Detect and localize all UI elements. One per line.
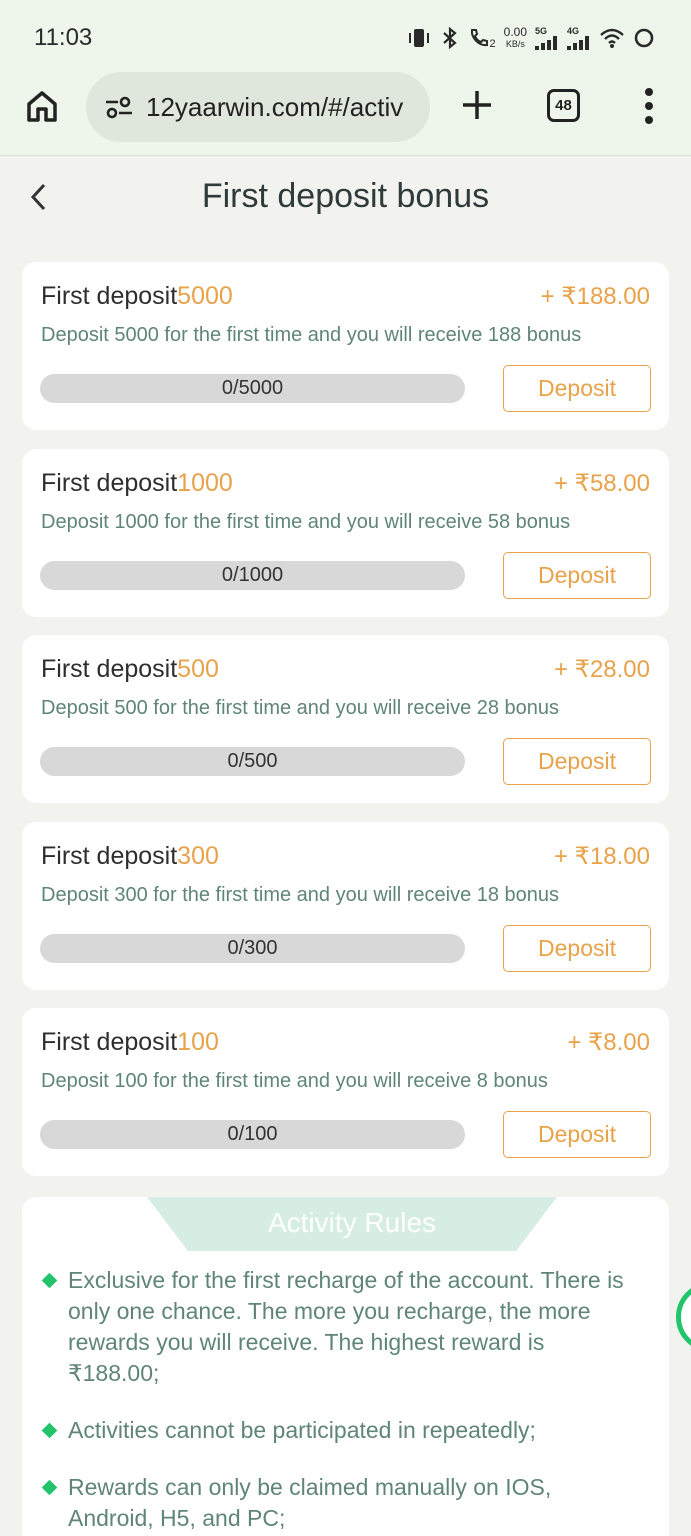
- tab-switcher-button[interactable]: 48: [547, 89, 580, 122]
- activity-rules-panel: Activity Rules Exclusive for the first r…: [22, 1197, 669, 1536]
- progress-text: 0/1000: [221, 564, 284, 586]
- network-4g: 4G: [567, 25, 591, 50]
- progress-text: 0/100: [227, 1123, 278, 1145]
- card-description: Deposit 300 for the first time and you w…: [41, 884, 560, 906]
- deposit-progress-bar: 0/100: [40, 1120, 465, 1149]
- speed-value: 0.00: [503, 25, 527, 39]
- card-title-amount: 1000: [177, 469, 233, 497]
- deposit-button[interactable]: Deposit: [503, 365, 651, 412]
- deposit-button[interactable]: Deposit: [503, 925, 651, 972]
- card-title-prefix: First deposit: [41, 282, 178, 310]
- diamond-bullet-icon: [41, 1272, 58, 1289]
- card-title-amount: 100: [177, 1028, 219, 1056]
- card-title: First deposit5000: [41, 282, 233, 311]
- card-reward: + ₹188.00: [540, 283, 650, 310]
- page-header: First deposit bonus: [0, 157, 691, 237]
- deposit-progress-bar: 0/5000: [40, 374, 465, 403]
- loading-icon: [633, 27, 655, 49]
- home-icon: [27, 91, 57, 122]
- deposit-progress-bar: 0/300: [40, 934, 465, 963]
- card-title-amount: 300: [177, 842, 219, 870]
- home-button[interactable]: [24, 88, 60, 124]
- card-title: First deposit300: [41, 842, 219, 871]
- card-title: First deposit100: [41, 1028, 219, 1057]
- card-reward: + ₹18.00: [553, 843, 650, 870]
- progress-text: 0/500: [227, 750, 278, 772]
- diamond-bullet-icon: [41, 1422, 58, 1439]
- address-bar[interactable]: 12yaarwin.com/#/activ: [86, 72, 430, 142]
- new-tab-button[interactable]: [458, 86, 496, 124]
- plus-icon: [463, 91, 491, 119]
- rules-list: Exclusive for the first recharge of the …: [41, 1265, 642, 1536]
- rule-text: Rewards can only be claimed manually on …: [68, 1474, 552, 1531]
- card-reward: + ₹28.00: [553, 656, 650, 683]
- bonus-card: First deposit5000 + ₹188.00 Deposit 5000 f…: [22, 262, 669, 430]
- url-text: 12yaarwin.com/#/activ: [146, 91, 404, 122]
- progress-text: 0/5000: [221, 377, 284, 399]
- wifi-icon: [599, 27, 625, 49]
- rules-title: Activity Rules: [267, 1207, 437, 1238]
- status-time: 11:03: [34, 24, 93, 51]
- page-title: First deposit bonus: [201, 177, 490, 215]
- card-description: Deposit 5000 for the first time and you …: [41, 324, 582, 346]
- call-sim-number: 2: [489, 38, 496, 50]
- rule-text: Activities cannot be participated in rep…: [68, 1417, 536, 1443]
- card-title-amount: 500: [177, 655, 219, 683]
- bluetooth-icon: [440, 26, 460, 50]
- floating-service-button[interactable]: [676, 1282, 691, 1352]
- network-5g: 5G: [535, 25, 559, 50]
- call-icon: 2: [468, 26, 496, 50]
- bonus-card: First deposit300 + ₹18.00 Deposit 300 for …: [22, 822, 669, 990]
- card-title: First deposit1000: [41, 469, 233, 498]
- card-reward: + ₹8.00: [567, 1029, 650, 1056]
- deposit-button[interactable]: Deposit: [503, 1111, 651, 1158]
- network-speed: 0.00 KB/s: [504, 26, 527, 50]
- network-4g-label: 4G: [567, 25, 580, 36]
- status-icons: 2 0.00 KB/s 5G 4G: [406, 24, 655, 52]
- bonus-card: First deposit500 + ₹28.00 Deposit 500 for …: [22, 635, 669, 803]
- card-title-prefix: First deposit: [41, 1028, 178, 1056]
- card-title-prefix: First deposit: [41, 842, 178, 870]
- signal-icon: [535, 35, 557, 50]
- deposit-progress-bar: 0/1000: [40, 561, 465, 590]
- status-bar: 11:03 2 0.00 KB/s 5G 4G: [0, 0, 691, 72]
- site-settings-icon[interactable]: [104, 95, 134, 119]
- deposit-button[interactable]: Deposit: [503, 738, 651, 785]
- card-title-amount: 5000: [177, 282, 233, 310]
- card-title-prefix: First deposit: [41, 655, 178, 683]
- card-title: First deposit500: [41, 655, 219, 684]
- card-description: Deposit 500 for the first time and you w…: [41, 697, 560, 719]
- card-description: Deposit 100 for the first time and you w…: [41, 1070, 548, 1092]
- card-reward: + ₹58.00: [553, 470, 650, 497]
- card-title-prefix: First deposit: [41, 469, 178, 497]
- vibrate-icon: [406, 27, 432, 49]
- rule-item: Exclusive for the first recharge of the …: [41, 1265, 642, 1389]
- rule-item: Activities cannot be participated in rep…: [41, 1415, 642, 1446]
- overflow-menu-button[interactable]: [640, 86, 658, 126]
- bonus-card: First deposit100 + ₹8.00 Deposit 100 for t…: [22, 1008, 669, 1176]
- deposit-button[interactable]: Deposit: [503, 552, 651, 599]
- bonus-card: First deposit1000 + ₹58.00 Deposit 1000 fo…: [22, 449, 669, 617]
- progress-text: 0/300: [227, 937, 278, 959]
- diamond-bullet-icon: [41, 1479, 58, 1496]
- deposit-progress-bar: 0/500: [40, 747, 465, 776]
- speed-unit: KB/s: [505, 39, 525, 49]
- network-5g-label: 5G: [535, 25, 548, 36]
- rule-text: Exclusive for the first recharge of the …: [68, 1267, 624, 1386]
- browser-toolbar: 12yaarwin.com/#/activ 48: [0, 72, 691, 156]
- card-description: Deposit 1000 for the first time and you …: [41, 511, 571, 533]
- signal-icon: [567, 35, 589, 50]
- rule-item: Rewards can only be claimed manually on …: [41, 1472, 642, 1534]
- more-vertical-icon: [645, 88, 653, 124]
